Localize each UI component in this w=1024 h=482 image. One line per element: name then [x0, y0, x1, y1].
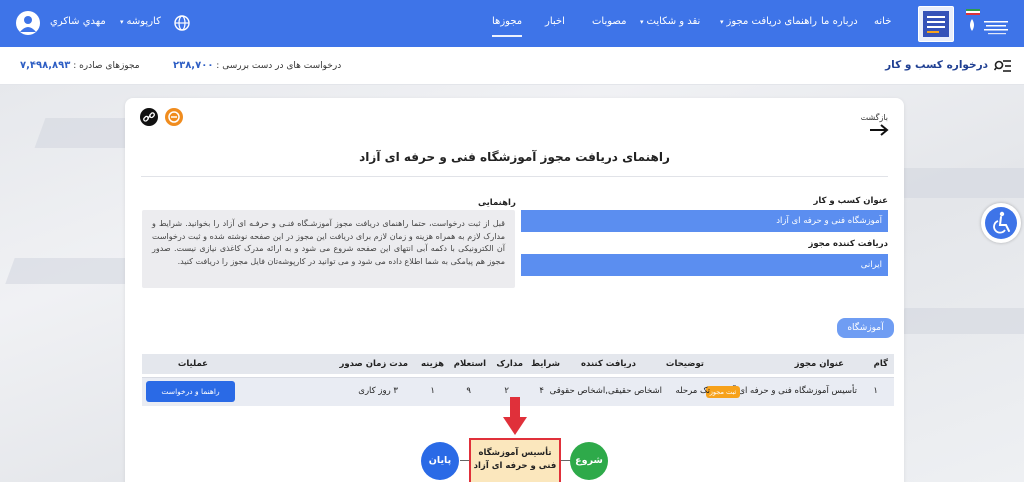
- chevron-down-icon: ▾: [720, 18, 724, 26]
- flow-step-node[interactable]: تأسیس آموزشگاه فنی و حرفه ای آزاد: [469, 438, 561, 482]
- recipient-field: ایرانی: [521, 254, 888, 276]
- nav-approvals[interactable]: مصوبات: [592, 0, 626, 47]
- th-recipient: دریافت کننده: [581, 359, 636, 369]
- row-permit-title: تأسیس آموزشگاه فنی و حرفه ای آزاد: [723, 386, 857, 396]
- th-actions: عملیات: [177, 359, 208, 369]
- link-icon[interactable]: [140, 108, 158, 126]
- nav-workbench[interactable]: کارپوشه▾: [120, 0, 161, 47]
- status-badge: ثبت مجوز: [706, 386, 740, 398]
- row-step: ۱: [873, 386, 878, 396]
- accessibility-icon: [985, 207, 1017, 239]
- row-recipient: اشخاص حقیقی,اشخاص حقوقی: [549, 386, 662, 396]
- user-icon: [20, 16, 36, 32]
- row-cost[interactable]: ۱: [430, 386, 435, 396]
- business-title-label: عنوان کسب و کار: [813, 196, 888, 206]
- business-title-field: آموزشگاه فنی و حرفه ای آزاد: [521, 210, 888, 232]
- permits-table-header: گام عنوان مجوز توضیحات دریافت کننده شرای…: [142, 354, 894, 374]
- row-description: تک مرحله: [675, 386, 710, 396]
- government-logo: [966, 9, 1008, 35]
- page-title: راهنمای دریافت مجوز آموزشگاه فنی و حرفه …: [359, 150, 670, 164]
- th-step: گام: [873, 359, 888, 369]
- divider: [141, 176, 888, 177]
- workbench-label: کارپوشه: [126, 16, 161, 27]
- sub-header: درخواره کسب و کار درخواست های در دست برر…: [0, 47, 1024, 85]
- nav-news[interactable]: اخبار: [545, 0, 565, 47]
- nav-about[interactable]: درباره ما: [821, 0, 858, 47]
- pending-label: درخواست های در دست بررسی :: [216, 61, 342, 71]
- guide-and-request-button[interactable]: راهنما و درخواست: [146, 381, 235, 402]
- th-conditions: شرایط: [531, 359, 560, 369]
- issued-count: ۷,۴۹۸,۸۹۳: [20, 60, 71, 71]
- eitaa-share-icon[interactable]: [165, 108, 183, 126]
- category-tag[interactable]: آموزشگاه: [837, 318, 894, 338]
- th-documents: مدارک: [496, 359, 523, 369]
- chevron-down-icon: ▾: [640, 18, 644, 26]
- accessibility-button[interactable]: [981, 203, 1021, 243]
- row-duration: ۳ روز کاری: [358, 386, 398, 396]
- issued-label: مجوزهای صادره :: [73, 61, 140, 71]
- flow-end-node: پایان: [421, 442, 459, 480]
- top-navbar: خانه درباره ما راهنمای دریافت مجوز▾ نقد …: [0, 0, 1024, 47]
- pending-count: ۲۳۸,۷۰۰: [173, 60, 214, 71]
- arrow-right-icon[interactable]: [869, 124, 889, 136]
- issued-stat: مجوزهای صادره : ۷,۴۹۸,۸۹۳: [20, 60, 140, 71]
- chevron-down-icon: ▾: [120, 18, 124, 26]
- th-duration: مدت زمان صدور: [339, 359, 408, 369]
- pending-stat: درخواست های در دست بررسی : ۲۳۸,۷۰۰: [173, 60, 341, 71]
- globe-icon[interactable]: [173, 14, 191, 32]
- search-list-icon: [994, 60, 1011, 72]
- th-inquiry: استعلام: [453, 359, 486, 369]
- portal-logo[interactable]: [918, 6, 954, 42]
- nav-permits[interactable]: مجوزها: [492, 0, 523, 47]
- flow-start-node: شروع: [570, 442, 608, 480]
- guide-label: راهنمایی: [478, 198, 516, 208]
- th-permit-title: عنوان مجوز: [794, 359, 844, 369]
- avatar[interactable]: [16, 11, 40, 35]
- th-description: توضیحات: [665, 359, 704, 369]
- th-cost: هزینه: [421, 359, 444, 369]
- nav-complaints-label: نقد و شکایت: [646, 16, 701, 27]
- nav-permit-guide-label: راهنمای دریافت مجوز: [726, 16, 817, 27]
- nav-home[interactable]: خانه: [874, 0, 891, 47]
- row-inquiry[interactable]: ۹: [466, 386, 471, 396]
- row-conditions[interactable]: ۴: [539, 386, 544, 396]
- permit-guide-card: بازگشت راهنمای دریافت مجوز آموزشگاه فنی …: [125, 98, 904, 482]
- red-down-arrow-icon: [503, 397, 527, 435]
- back-label[interactable]: بازگشت: [861, 113, 888, 122]
- row-documents[interactable]: ۲: [504, 386, 509, 396]
- nav-complaints[interactable]: نقد و شکایت▾: [640, 0, 700, 47]
- nav-permit-guide[interactable]: راهنمای دریافت مجوز▾: [720, 0, 817, 47]
- page-breadcrumb-title[interactable]: درخواره کسب و کار: [885, 59, 988, 71]
- user-name[interactable]: مهدي شاكري: [50, 0, 106, 47]
- guide-text: قبل از ثبت درخواست، حتما راهنمای دریافت …: [142, 210, 515, 288]
- recipient-label: دریافت کننده مجوز: [808, 239, 888, 249]
